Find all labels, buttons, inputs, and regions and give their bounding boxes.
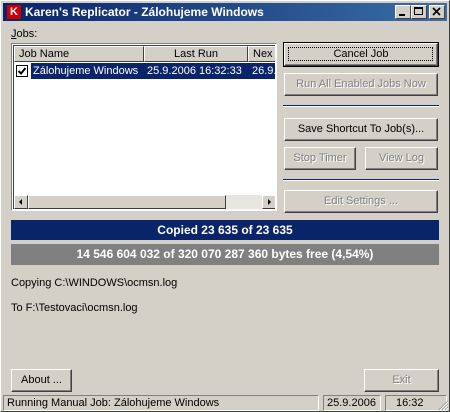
focus-rect xyxy=(288,47,433,61)
run-all-jobs-button[interactable]: Run All Enabled Jobs Now xyxy=(284,73,438,96)
view-log-label: View Log xyxy=(378,152,425,164)
edit-settings-label: Edit Settings ... xyxy=(324,195,398,207)
status-bar: Running Manual Job: Zálohujeme Windows 2… xyxy=(3,395,449,411)
main-window: K Karen's Replicator - Zálohujeme Window… xyxy=(0,0,450,412)
jobs-list[interactable]: Job Name Last Run Nex Zálohujeme Windows… xyxy=(11,43,277,211)
resize-grip-icon[interactable] xyxy=(437,399,449,411)
status-date: 25.9.2006 xyxy=(323,395,381,411)
about-label: About ... xyxy=(21,374,62,386)
title-bar[interactable]: K Karen's Replicator - Zálohujeme Window… xyxy=(3,3,447,21)
free-space-text: 14 546 604 032 of 320 070 287 360 bytes … xyxy=(76,247,374,261)
stop-timer-button[interactable]: Stop Timer xyxy=(284,147,356,170)
exit-label: Exit xyxy=(392,374,411,386)
minimize-icon xyxy=(399,14,405,16)
cancel-job-button[interactable]: Cancel Job xyxy=(283,42,439,67)
save-shortcut-button[interactable]: Save Shortcut To Job(s)... xyxy=(284,118,438,141)
copy-progress-bar: Copied 23 635 of 23 635 xyxy=(11,220,439,240)
run-all-jobs-label: Run All Enabled Jobs Now xyxy=(296,78,426,90)
separator xyxy=(283,105,439,107)
maximize-button[interactable] xyxy=(411,5,427,19)
maximize-icon xyxy=(414,7,423,15)
arrow-left-icon xyxy=(19,199,22,205)
about-button[interactable]: About ... xyxy=(11,369,72,392)
horizontal-scrollbar[interactable] xyxy=(14,195,275,209)
column-next-run[interactable]: Nex xyxy=(248,46,275,62)
window-title: Karen's Replicator - Zálohujeme Windows xyxy=(25,5,264,19)
exit-button[interactable]: Exit xyxy=(364,369,439,392)
list-header: Job Name Last Run Nex xyxy=(14,46,275,62)
arrow-right-icon xyxy=(268,199,271,205)
last-run-cell: 25.9.2006 16:32:33 xyxy=(143,63,247,79)
table-row[interactable]: Zálohujeme Windows 25.9.2006 16:32:33 26… xyxy=(14,63,275,79)
checkmark-icon xyxy=(17,67,27,75)
jobs-label: Jobs: xyxy=(11,28,38,40)
view-log-button[interactable]: View Log xyxy=(365,147,438,170)
copy-progress-text: Copied 23 635 of 23 635 xyxy=(157,223,293,237)
free-space-bar: 14 546 604 032 of 320 070 287 360 bytes … xyxy=(11,244,439,265)
copying-to-text: To F:\Testovaci\ocmsn.log xyxy=(11,302,138,314)
scroll-left-button[interactable] xyxy=(14,195,28,209)
copying-from-text: Copying C:\WINDOWS\ocmsn.log xyxy=(11,277,178,289)
save-shortcut-label: Save Shortcut To Job(s)... xyxy=(297,123,425,135)
stop-timer-label: Stop Timer xyxy=(293,152,347,164)
separator xyxy=(283,179,439,181)
status-message: Running Manual Job: Zálohujeme Windows xyxy=(3,395,319,411)
minimize-button[interactable] xyxy=(395,5,411,19)
column-job-name[interactable]: Job Name xyxy=(14,46,144,62)
close-button[interactable] xyxy=(429,5,445,19)
app-logo-icon: K xyxy=(7,5,21,19)
scroll-right-button[interactable] xyxy=(262,195,275,209)
next-run-cell: 26.9.20 xyxy=(247,63,275,79)
edit-settings-button[interactable]: Edit Settings ... xyxy=(284,190,438,213)
scrollbar-thumb[interactable] xyxy=(28,195,226,209)
job-name-cell: Zálohujeme Windows xyxy=(31,63,143,79)
column-last-run[interactable]: Last Run xyxy=(144,46,248,62)
job-enabled-checkbox[interactable] xyxy=(16,65,28,77)
close-icon xyxy=(432,7,441,16)
